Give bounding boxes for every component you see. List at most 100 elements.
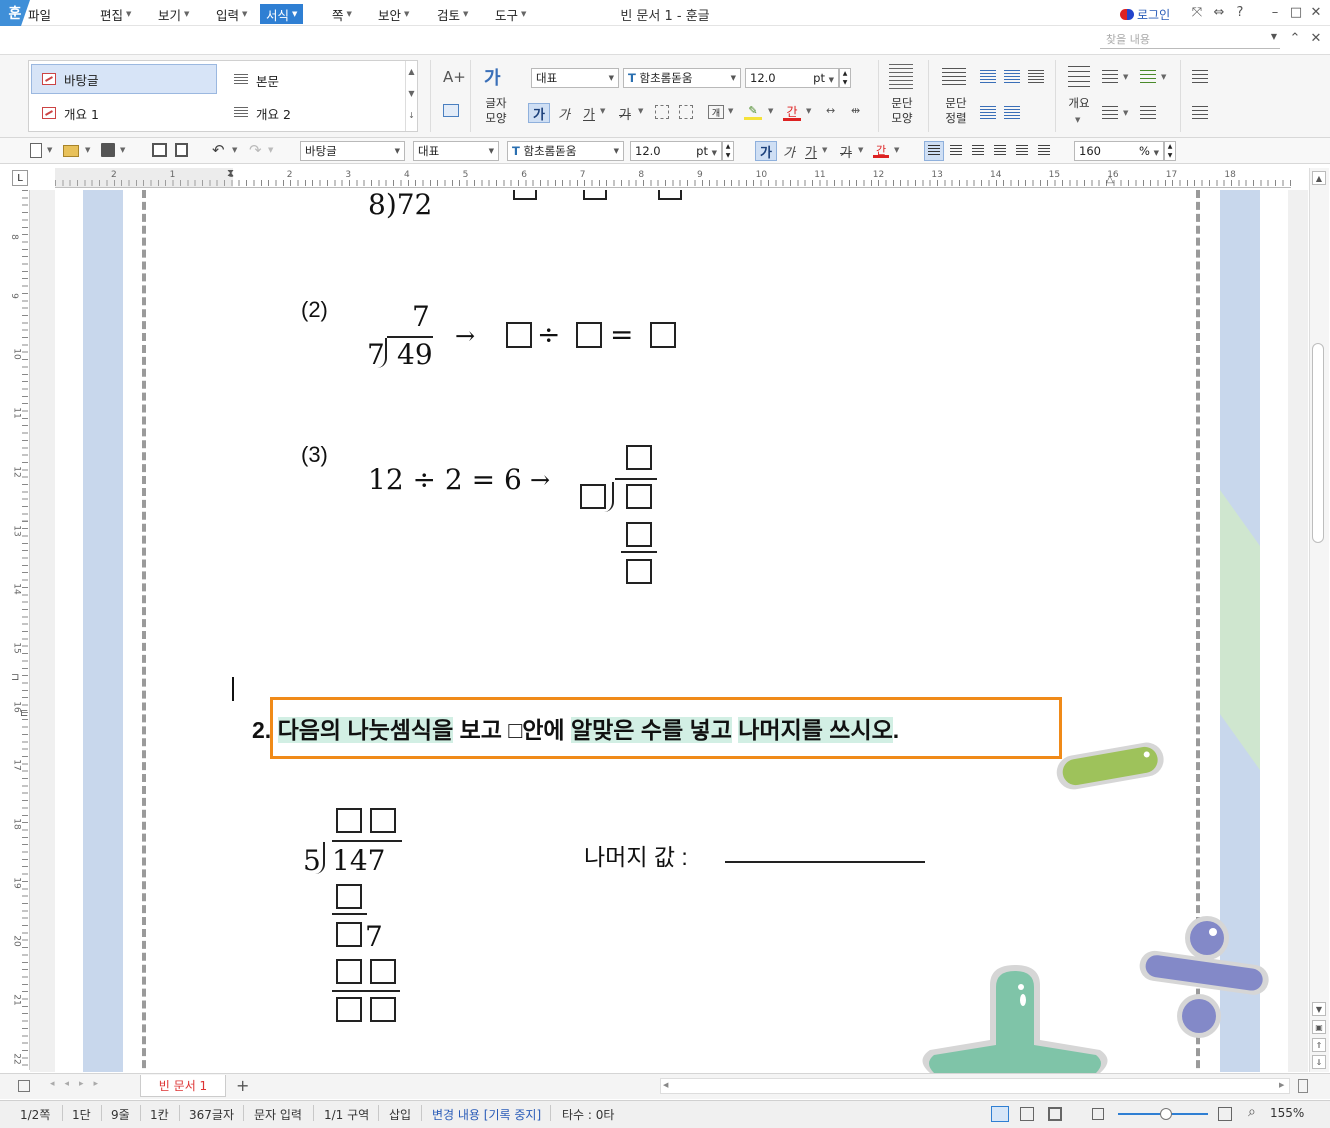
chevron-down-icon[interactable]: ▼ [858,146,863,154]
chevron-down-icon[interactable]: ▼ [268,146,273,154]
align-center-icon[interactable] [972,145,984,157]
font-size-field-2[interactable]: 12.0 pt ▼ [630,141,722,161]
answer-box[interactable] [583,190,607,200]
quotient-box[interactable] [626,445,652,470]
close-doc-icon[interactable]: ✕ [1307,31,1325,46]
chevron-down-icon[interactable]: ▼ [85,146,90,154]
save-icon[interactable] [101,143,115,157]
numbered-list-icon[interactable] [1140,70,1156,84]
zoom-in-icon[interactable] [1218,1107,1232,1121]
menu-file[interactable]: 파일 [22,4,57,24]
outline-button[interactable]: 개요 [1062,96,1096,111]
document-area[interactable]: 8)72 · (2) 7 7 49 → ÷ = (3) 12 ÷ 2 = 6 → [30,190,1308,1072]
outdent-icon[interactable] [1004,70,1020,84]
page-view-icon[interactable]: ▣ [1312,1020,1326,1034]
outline-icon[interactable] [1068,66,1090,90]
page[interactable]: 8)72 · (2) 7 7 49 → ÷ = (3) 12 ÷ 2 = 6 → [55,190,1288,1072]
indent-icon[interactable] [980,70,996,84]
magnifier-icon[interactable]: ⌕ [1248,1104,1256,1120]
chevron-down-icon[interactable]: ▼ [120,146,125,154]
chevron-down-icon[interactable]: ▼ [768,107,773,115]
chevron-down-icon[interactable]: ▼ [1123,109,1128,117]
menu-insert[interactable]: 입력 ▼ [210,4,253,24]
level-down-icon[interactable] [1192,106,1208,120]
multi-list-icon[interactable] [1102,106,1118,120]
menu-security[interactable]: 보안 ▼ [372,4,415,24]
font-color-icon[interactable]: 간 [783,103,801,121]
outline-text-icon[interactable] [655,105,669,119]
style-select[interactable]: 바탕글 ▼ [300,141,405,161]
status-input-mode[interactable]: 문자 입력 [254,1106,302,1123]
print-preview-icon[interactable] [175,143,188,157]
char-spacing-wide-icon[interactable]: ⇹ [851,104,860,117]
redo-icon[interactable]: ↷ [249,141,262,159]
char-shape-icon[interactable]: 가 [484,64,501,90]
remainder-answer-line[interactable] [725,861,925,863]
answer-box[interactable] [650,322,676,348]
strikethrough-button[interactable]: 가 [614,103,636,123]
undo-icon[interactable]: ↶ [212,141,225,159]
menu-edit[interactable]: 편집 ▼ [94,4,137,24]
maximize-icon[interactable]: □ [1287,5,1305,20]
product-box-ones[interactable] [370,959,396,984]
style-item-main[interactable]: 본문 [224,65,404,95]
remainder-box-ones[interactable] [370,997,396,1022]
style-gallery-scroll[interactable]: ▲ ▼ ↓ [405,61,417,131]
product-box-tens[interactable] [336,959,362,984]
vertical-scrollbar[interactable] [1309,168,1329,1072]
normal-view-icon[interactable] [991,1106,1009,1122]
dividend-box[interactable] [626,484,652,509]
menu-page[interactable]: 쪽 ▼ [326,4,358,24]
product-box[interactable] [336,884,362,909]
highlighter-icon[interactable]: ✎ [744,104,762,120]
split-align-icon[interactable] [1038,145,1050,157]
menu-view[interactable]: 보기 ▼ [152,4,195,24]
para-align-icon[interactable] [942,68,966,88]
chevron-down-icon[interactable]: ▼ [1075,116,1080,124]
horizontal-ruler[interactable]: 2 1 1 2 3 4 5 6 7 8 9 10 11 12 13 14 15 16 17 18 ⧗ △ [55,168,1291,188]
status-zoom[interactable]: 155% [1270,1106,1304,1120]
tab-document-1[interactable]: 빈 문서 1 [140,1075,226,1097]
style-item-outline-2[interactable]: 개요 2 [224,98,404,128]
bold-button[interactable]: 가 [528,103,550,123]
add-tab-button[interactable]: + [236,1076,249,1095]
difference-box[interactable] [336,922,362,947]
answer-box[interactable] [576,322,602,348]
strikethrough-button-2[interactable]: 가 [835,141,857,161]
tab-navigation-icons[interactable]: ◂◂▸▸ [50,1079,108,1089]
menu-format[interactable]: 서식 ▼ [260,4,304,24]
page-fit-icon[interactable] [1020,1107,1034,1121]
zoom-field[interactable]: 160% ▼ [1074,141,1164,161]
search-dropdown-icon[interactable]: ▼ [1265,32,1283,41]
divisor-box[interactable] [580,484,606,509]
list-level-icon[interactable] [1140,106,1156,120]
font-size-spinner[interactable]: ▲ ▼ [839,68,851,88]
align-left-icon[interactable] [950,145,962,157]
remainder-box-tens[interactable] [336,997,362,1022]
zoom-out-icon[interactable] [1092,1108,1104,1120]
scroll-left-icon[interactable]: ◀ [663,1081,668,1089]
status-insert-mode[interactable]: 삽입 [389,1106,411,1123]
vertical-ruler[interactable]: 8 9 10 11 12 13 14 15 16 17 18 19 20 21 22 ⊐ ⊏ [8,190,30,1070]
help-icon[interactable]: ? [1231,5,1249,20]
zoom-spinner[interactable]: ▲ ▼ [1164,141,1176,161]
char-shape-button[interactable]: 글자 모양 [476,96,516,126]
font-lang-select-2[interactable]: 대표 ▼ [413,141,499,161]
chevron-down-icon[interactable]: ▼ [894,146,899,154]
zoom-slider-handle[interactable] [1160,1108,1172,1120]
underline-button-2[interactable]: 가 [800,141,822,161]
distribute-icon[interactable] [1016,145,1028,157]
italic-button[interactable]: 가 [553,103,575,123]
top-margin-marker-icon[interactable]: ⊐ [11,672,19,683]
split-view-icon[interactable] [1298,1079,1308,1093]
font-name-select-2[interactable]: T 함초롬돋움 ▼ [507,141,624,161]
multi-page-icon[interactable] [1048,1107,1062,1121]
chevron-down-icon[interactable]: ▼ [47,146,52,154]
para-shape-icon[interactable] [889,64,913,90]
tab-list-icon[interactable] [18,1080,30,1092]
prev-page-icon[interactable]: ⇑ [1312,1038,1326,1052]
font-name-select[interactable]: T 함초롬돋움 ▼ [623,68,741,88]
menu-review[interactable]: 검토 ▼ [431,4,474,24]
font-color-icon-2[interactable]: 간 [873,142,889,158]
chevron-down-icon[interactable]: ▼ [1123,73,1128,81]
